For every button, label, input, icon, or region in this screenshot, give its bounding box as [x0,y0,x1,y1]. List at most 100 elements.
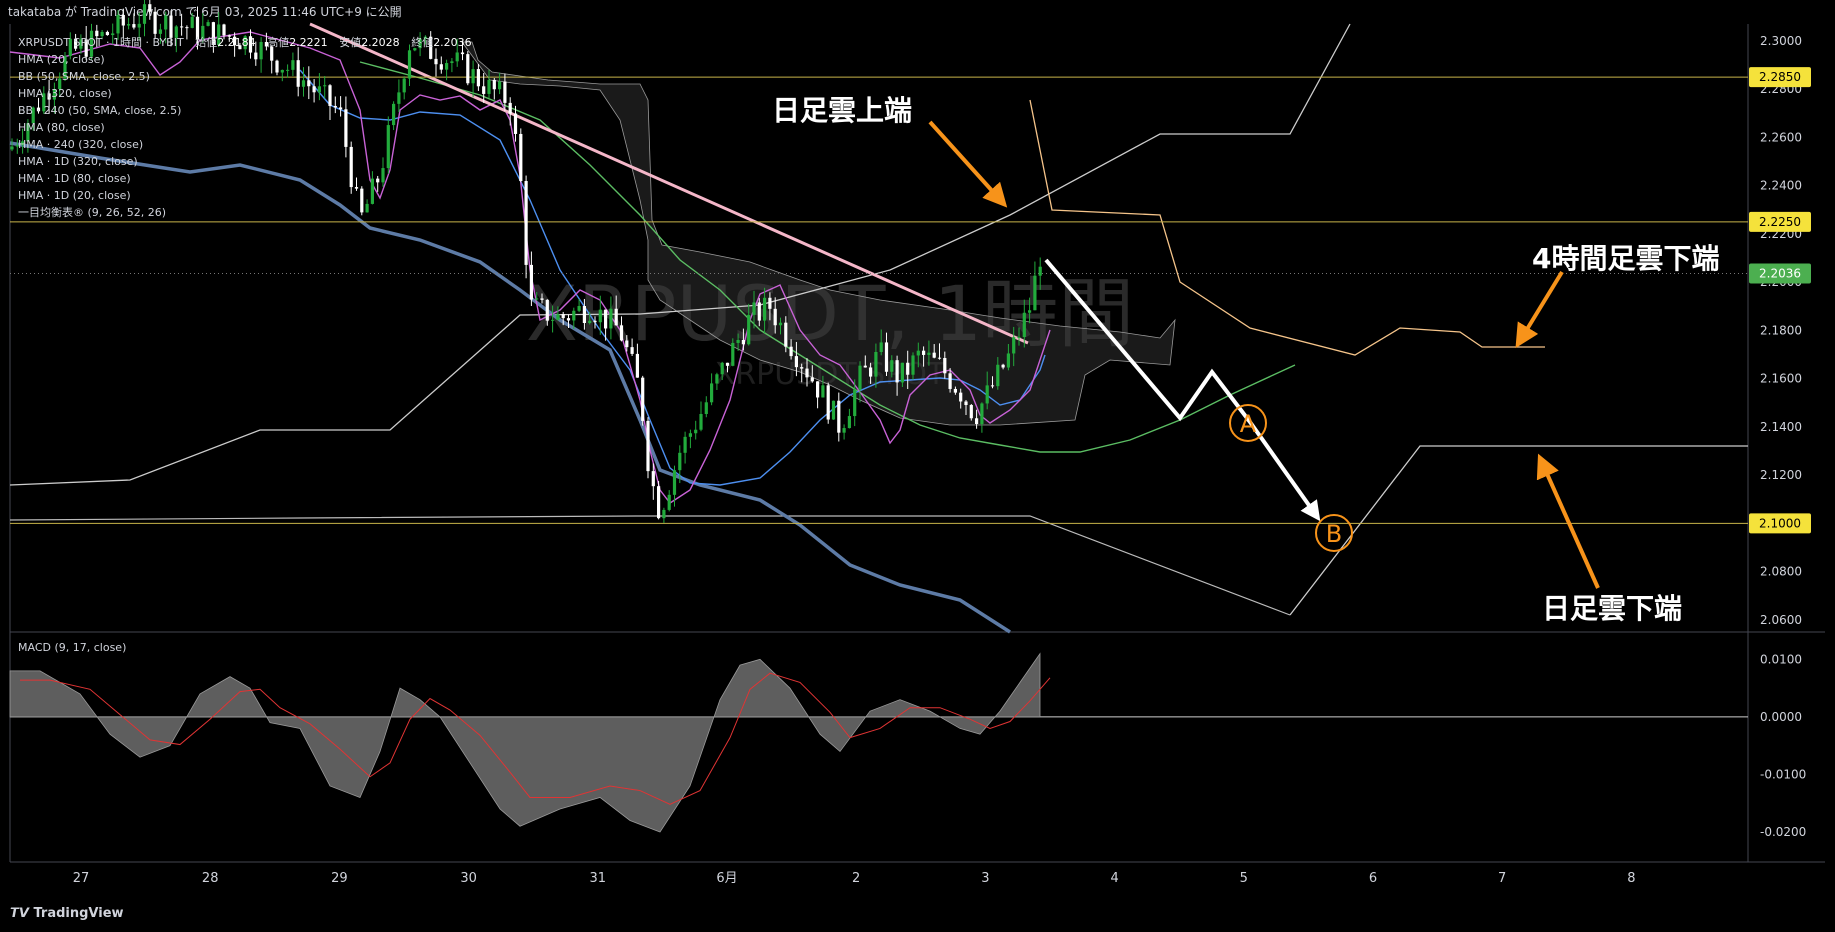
candle-body [116,14,120,34]
candle-body [964,401,968,406]
candle-body [312,86,316,93]
candle-body [407,50,412,79]
candle-body [932,352,936,358]
price-tick: 2.1800 [1760,323,1802,337]
candle-body [1022,312,1026,338]
candle-body [301,80,306,87]
footer-brand: TradingView [33,906,124,921]
macd-label[interactable]: MACD (9, 17, close) [18,641,126,654]
macd-tick: 0.0000 [1760,710,1802,724]
candle-body [259,42,263,60]
candle-body [598,309,602,323]
tradingview-logo[interactable]: 𝙏𝙑 TradingView [10,906,124,921]
candle-body [1028,310,1032,313]
point-a-label: A [1240,410,1257,438]
candle-body [773,308,777,326]
candle-body [810,377,814,382]
candle-body [625,340,629,348]
close-label: 終値 [411,35,433,49]
candle-body [736,339,740,343]
price-tick: 2.0800 [1760,565,1802,579]
candle-body [842,428,846,433]
candle-body [1038,266,1042,276]
candle-body [1017,337,1021,339]
price-tick: 2.2400 [1760,179,1802,193]
candle-body [720,362,724,375]
candle-body [975,418,979,425]
time-tick: 6月 [716,871,737,886]
label-daily-cloud-bottom: 日足雲下端 [1542,592,1682,625]
indicator-item[interactable]: HMA · 1D (320, close) [18,155,138,168]
candle-body [180,26,184,28]
candle-body [943,357,947,374]
chart-frame: takataba が TradingView.com で 6月 03, 2025… [0,0,1835,932]
candle-body [927,352,931,355]
indicator-item[interactable]: 一目均衡表® (9, 26, 52, 26) [18,205,166,219]
candle-body [529,264,533,300]
candle-body [763,297,767,321]
indicator-item[interactable]: HMA (320, close) [18,87,112,100]
candle-body [524,181,528,265]
indicator-item[interactable]: HMA · 240 (320, close) [18,138,143,151]
candle-body [609,308,613,329]
candle-body [821,385,825,398]
indicator-item[interactable]: HMA · 1D (20, close) [18,189,131,202]
candle-body [307,80,311,87]
indicator-item[interactable]: BB · 240 (50, SMA, close, 2.5) [18,104,181,117]
candle-body [519,133,523,182]
candle-body [863,365,867,368]
candle-body [990,385,995,387]
indicator-item[interactable]: HMA · 1D (80, close) [18,172,131,185]
candle-body [853,389,857,417]
candle-body [1012,337,1016,354]
candle-body [190,16,194,28]
level-tag-text: 2.2250 [1759,215,1801,229]
candle-body [757,302,761,321]
time-axis[interactable]: 27 28 29 30 31 6月 2 3 4 5 6 7 8 [73,871,1636,886]
candle-body [286,69,290,71]
candle-body [10,146,14,150]
candle-body [784,322,788,347]
candle-body [683,436,687,453]
candle-body [869,367,873,377]
candle-body [460,52,465,55]
low-label: 安値 [339,35,361,49]
candle-body [582,306,586,324]
candle-body [789,346,793,357]
candle-body [614,308,618,326]
candle-body [985,385,989,404]
candle-body [588,320,592,324]
candle-body [111,33,115,36]
candle-body [847,416,851,429]
candle-body [392,103,396,126]
price-tick: 2.1400 [1760,420,1802,434]
candle-body [577,306,581,311]
candle-body [513,113,518,134]
candle-body [148,4,152,12]
candle-body [678,452,682,471]
candle-body [323,85,327,87]
indicator-item[interactable]: HMA (20, close) [18,53,105,66]
candle-body [492,79,496,90]
chart-canvas[interactable]: XRPUSDT, 1時間 XRPUSDT SPOT A B 日足雲上端 4時間足… [0,0,1835,900]
label-h4-cloud-bottom: 4時間足雲下端 [1532,242,1719,275]
candle-body [291,60,295,70]
candle-body [657,486,661,519]
indicator-item[interactable]: BB (50, SMA, close, 2.5) [18,70,150,83]
candle-body [651,471,655,487]
candle-body [450,61,454,64]
indicator-item[interactable]: HMA (80, close) [18,121,105,134]
candle-body [466,54,470,84]
candle-body [890,360,894,372]
candle-body [566,318,571,321]
macd-tick: -0.0100 [1760,767,1806,781]
candle-body [741,339,745,345]
candle-body [164,15,168,30]
candle-body [715,374,719,384]
candle-body [132,24,136,28]
macd-axis[interactable]: 0.0100 0.0000 -0.0100 -0.0200 [1760,652,1806,839]
candle-body [1006,353,1010,368]
time-tick: 28 [202,871,219,886]
candle-body [906,362,910,375]
price-axis[interactable]: 2.30002.28002.26002.24002.22002.20002.18… [1749,34,1811,627]
